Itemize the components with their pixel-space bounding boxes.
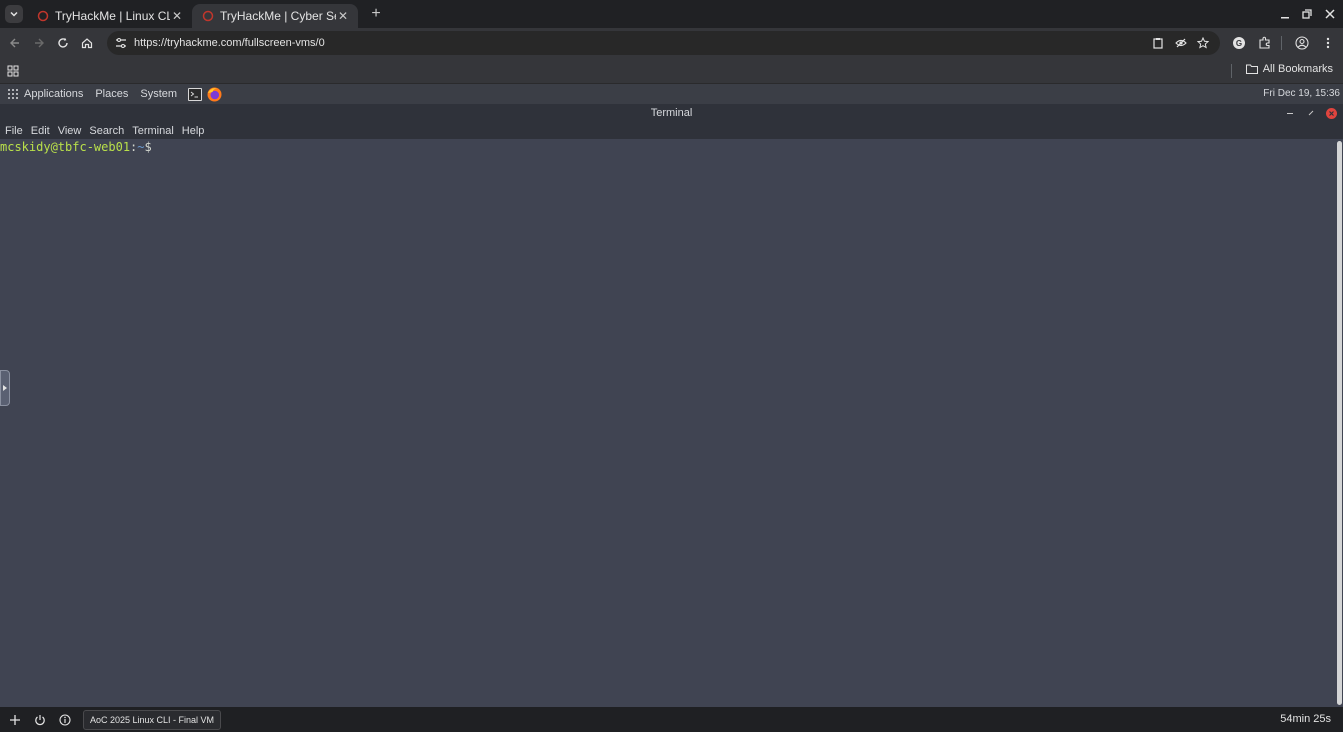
all-bookmarks-button[interactable]: All Bookmarks bbox=[1245, 63, 1333, 75]
arrow-right-icon bbox=[35, 38, 44, 48]
terminal-launcher-icon[interactable] bbox=[188, 87, 203, 101]
restore-window-button[interactable] bbox=[1297, 4, 1317, 24]
star-icon[interactable] bbox=[1197, 37, 1209, 49]
terminal-menu-file[interactable]: File bbox=[5, 125, 23, 137]
minimize-window-button[interactable] bbox=[1275, 4, 1295, 24]
apps-grid-icon bbox=[7, 65, 19, 77]
terminal-minimize-button[interactable] bbox=[1284, 107, 1296, 119]
more-vertical-icon bbox=[1326, 37, 1330, 49]
close-icon bbox=[1325, 9, 1335, 19]
terminal-menu-search[interactable]: Search bbox=[89, 125, 124, 137]
maximize-icon bbox=[1308, 110, 1314, 116]
browser-menu-button[interactable] bbox=[1316, 31, 1340, 55]
vm-top-panel: Applications Places System Fri Dec 19, 1… bbox=[0, 84, 1343, 104]
terminal-menu-bar: File Edit View Search Terminal Help bbox=[0, 122, 1343, 139]
tab-title: TryHackMe | Linux CLI bbox=[55, 9, 170, 23]
shell-prompt: mcskidy@tbfc-web01:~$ bbox=[0, 140, 152, 154]
info-button[interactable] bbox=[53, 708, 77, 732]
url-text: https://tryhackme.com/fullscreen-vms/0 bbox=[134, 37, 325, 49]
home-icon bbox=[81, 38, 93, 49]
profile-button[interactable] bbox=[1290, 31, 1314, 55]
reload-button[interactable] bbox=[51, 31, 75, 55]
puzzle-icon bbox=[1259, 36, 1270, 49]
restore-icon bbox=[1302, 9, 1312, 19]
chevron-down-icon bbox=[10, 11, 18, 17]
extensions-button[interactable] bbox=[1253, 31, 1277, 55]
tab-title: TryHackMe | Cyber Sec bbox=[220, 9, 336, 23]
minimize-icon bbox=[1287, 113, 1293, 114]
forward-button[interactable] bbox=[27, 31, 51, 55]
prompt-user-host: mcskidy@tbfc-web01 bbox=[0, 140, 131, 154]
plus-icon bbox=[10, 714, 20, 725]
all-bookmarks-label: All Bookmarks bbox=[1262, 63, 1333, 75]
close-icon[interactable]: ✕ bbox=[336, 9, 350, 23]
close-circle-icon bbox=[1325, 107, 1337, 119]
apps-button[interactable] bbox=[1, 59, 25, 83]
eye-off-icon[interactable] bbox=[1175, 37, 1187, 49]
bookmarks-divider bbox=[1231, 64, 1232, 78]
vm-bottom-bar: AoC 2025 Linux CLI - Final VM 54min 25s bbox=[0, 707, 1343, 732]
apps-dots-icon[interactable] bbox=[7, 88, 19, 100]
close-window-button[interactable] bbox=[1320, 4, 1340, 24]
prompt-symbol: $ bbox=[144, 140, 152, 154]
folder-icon bbox=[1245, 64, 1258, 74]
vm-name-label: AoC 2025 Linux CLI - Final VM bbox=[90, 714, 215, 725]
vm-name-tab[interactable]: AoC 2025 Linux CLI - Final VM bbox=[83, 709, 222, 730]
toolbar-divider bbox=[1281, 36, 1282, 50]
terminal-scrollbar[interactable] bbox=[1337, 141, 1342, 705]
vm-clock: Fri Dec 19, 15:36 bbox=[1263, 88, 1340, 99]
extension-button[interactable]: G bbox=[1227, 31, 1251, 55]
side-panel-handle[interactable] bbox=[0, 370, 10, 406]
menu-places[interactable]: Places bbox=[95, 88, 128, 100]
site-settings-icon[interactable] bbox=[115, 37, 127, 49]
terminal-menu-view[interactable]: View bbox=[58, 125, 82, 137]
terminal-menu-help[interactable]: Help bbox=[182, 125, 205, 137]
menu-system[interactable]: System bbox=[140, 88, 177, 100]
firefox-launcher-icon[interactable] bbox=[207, 87, 222, 102]
home-button[interactable] bbox=[75, 31, 99, 55]
session-timer: 54min 25s bbox=[1280, 713, 1331, 725]
browser-tab-cyber-sec[interactable]: TryHackMe | Cyber Sec ✕ bbox=[192, 4, 358, 28]
arrow-left-icon bbox=[10, 38, 19, 48]
tryhackme-favicon-icon bbox=[202, 10, 214, 22]
browser-toolbar: https://tryhackme.com/fullscreen-vms/0 G bbox=[0, 28, 1343, 58]
reload-icon bbox=[58, 37, 68, 48]
svg-text:G: G bbox=[1236, 39, 1242, 48]
add-button[interactable] bbox=[3, 708, 27, 732]
browser-tab-linux-cli[interactable]: TryHackMe | Linux CLI ✕ bbox=[27, 4, 192, 28]
chevron-right-icon bbox=[3, 385, 7, 391]
new-tab-button[interactable]: + bbox=[366, 4, 386, 24]
browser-tab-strip: TryHackMe | Linux CLI ✕ TryHackMe | Cybe… bbox=[0, 0, 1343, 28]
prompt-path: ~ bbox=[137, 140, 145, 154]
tryhackme-favicon-icon bbox=[37, 10, 49, 22]
tab-search-button[interactable] bbox=[5, 5, 23, 23]
terminal-body[interactable]: mcskidy@tbfc-web01:~$ bbox=[0, 139, 1343, 707]
terminal-menu-terminal[interactable]: Terminal bbox=[132, 125, 174, 137]
terminal-maximize-button[interactable] bbox=[1305, 107, 1317, 119]
address-bar[interactable]: https://tryhackme.com/fullscreen-vms/0 bbox=[107, 31, 1220, 55]
terminal-title: Terminal bbox=[650, 107, 693, 119]
minimize-icon bbox=[1281, 17, 1289, 19]
close-icon[interactable]: ✕ bbox=[170, 9, 184, 23]
terminal-title-bar[interactable]: Terminal bbox=[0, 104, 1343, 122]
bookmarks-bar: All Bookmarks bbox=[0, 58, 1343, 84]
terminal-menu-edit[interactable]: Edit bbox=[31, 125, 50, 137]
info-icon bbox=[59, 713, 71, 726]
extension-badge-icon: G bbox=[1233, 37, 1245, 49]
menu-applications[interactable]: Applications bbox=[24, 88, 83, 100]
terminal-close-button[interactable] bbox=[1325, 107, 1337, 119]
back-button[interactable] bbox=[3, 31, 27, 55]
account-icon bbox=[1295, 36, 1309, 50]
power-icon bbox=[35, 714, 45, 725]
power-button[interactable] bbox=[28, 708, 52, 732]
clipboard-icon[interactable] bbox=[1152, 37, 1164, 49]
